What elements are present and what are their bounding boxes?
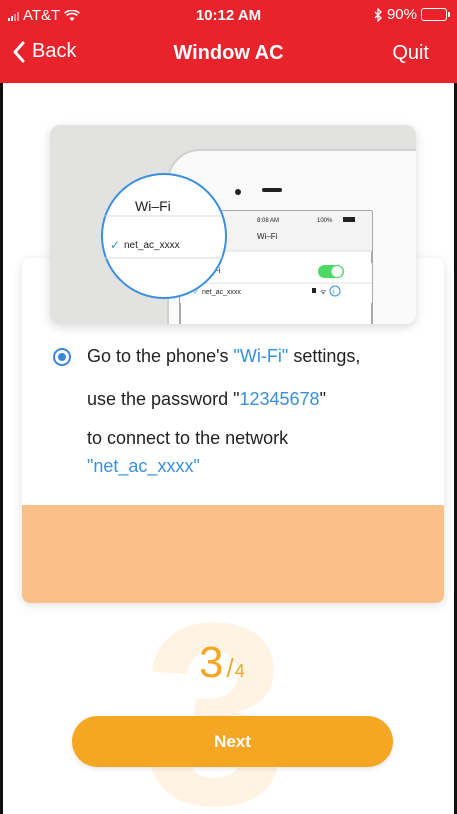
status-bar: AT&T 10:12 AM 90%	[0, 0, 457, 30]
header: AT&T 10:12 AM 90% Back Window AC Quit	[0, 0, 457, 83]
phone-network-row: net_ac_xxxx	[202, 289, 241, 296]
svg-text:✓: ✓	[110, 238, 120, 252]
battery-percent: 90%	[386, 6, 417, 23]
wifi-illustration: 8:08 AM 100% Wi–Fi Wi–Fi ✓ net_ac_xxxx ᯤ…	[50, 125, 416, 324]
instruction-text: Go to the phone's	[87, 346, 234, 366]
page-title: Window AC	[173, 42, 284, 64]
step-watermark: 3	[143, 570, 288, 814]
step-separator: /	[226, 653, 234, 683]
phone-illustration: 8:08 AM 100% Wi–Fi Wi–Fi ✓ net_ac_xxxx ᯤ…	[101, 149, 416, 324]
zoom-network-name: net_ac_xxxx	[124, 240, 180, 251]
instruction-line-2: use the password "12345678"	[87, 389, 326, 410]
instruction-text: "	[319, 389, 326, 409]
quit-button[interactable]: Quit	[392, 42, 429, 65]
nav-bar: Back Window AC Quit	[0, 30, 457, 83]
step-current: 3	[199, 638, 224, 687]
wifi-highlight: "Wi-Fi"	[233, 346, 289, 366]
phone-title: Wi–Fi	[257, 232, 278, 241]
radio-selected-icon[interactable]	[53, 348, 71, 366]
step-total: 4	[234, 661, 245, 681]
svg-text:ᯤ: ᯤ	[320, 289, 327, 296]
instruction-text: use the password "	[87, 389, 240, 409]
instruction-line-1: Go to the phone's "Wi-Fi" settings,	[87, 346, 360, 367]
bluetooth-icon	[374, 7, 382, 22]
zoom-wifi-title: Wi–Fi	[135, 198, 171, 214]
step-indicator: 3/4	[199, 638, 245, 688]
instruction-text: settings,	[288, 346, 361, 366]
network-highlight: "net_ac_xxxx"	[87, 456, 200, 476]
password-highlight: 12345678	[239, 389, 320, 409]
status-right: 90%	[374, 6, 450, 23]
instruction-line-3: to connect to the network	[87, 428, 289, 448]
phone-time: 8:08 AM	[257, 218, 279, 224]
next-button[interactable]: Next	[72, 716, 393, 767]
left-edge	[0, 83, 3, 814]
battery-icon	[421, 8, 450, 21]
phone-battery: 100%	[317, 218, 333, 224]
